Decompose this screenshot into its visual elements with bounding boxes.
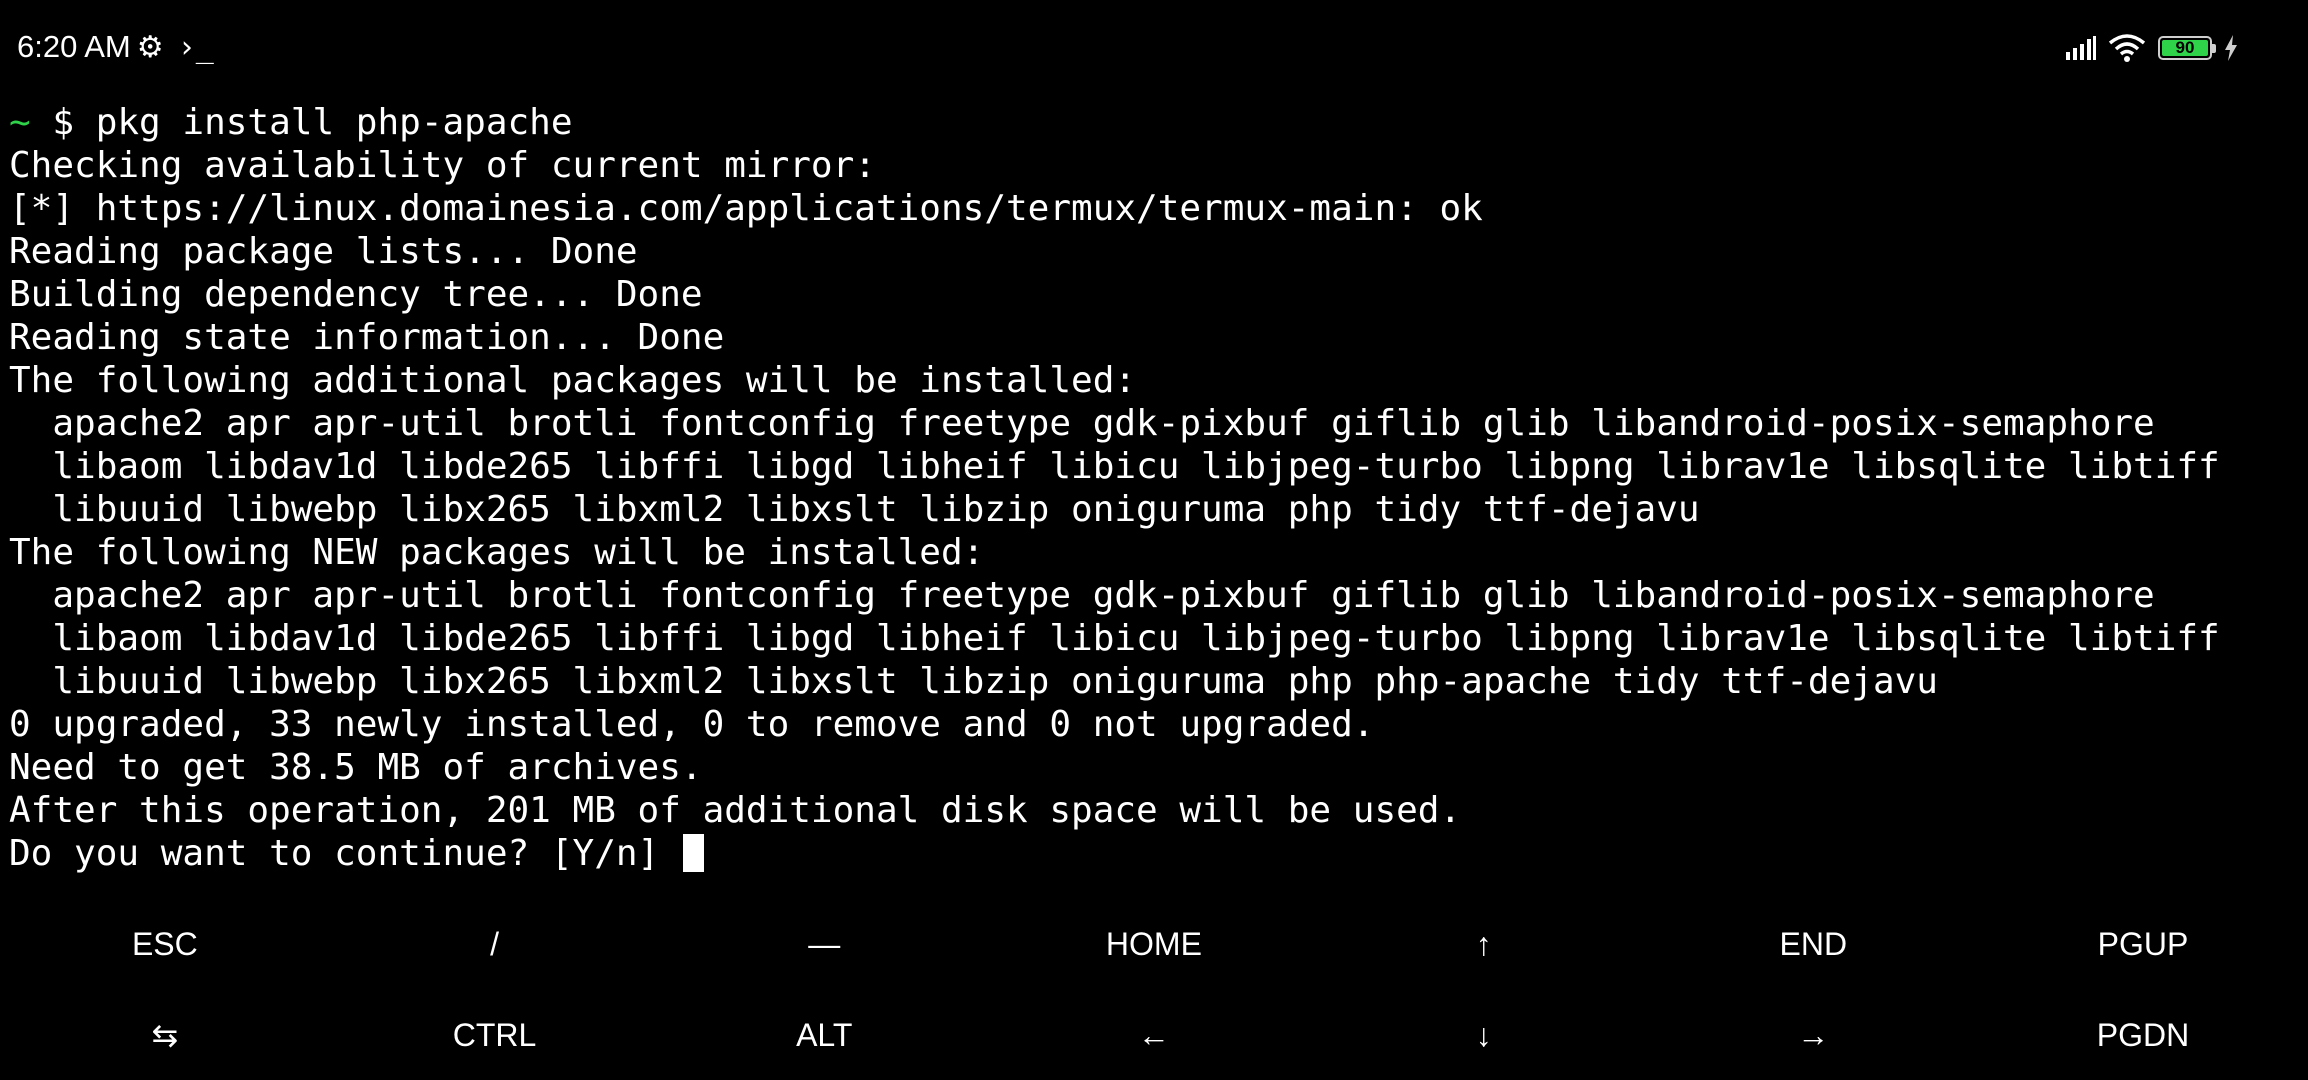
tab-key[interactable]: ⇆	[0, 1005, 330, 1065]
output-line: Need to get 38.5 MB of archives.	[9, 747, 703, 788]
text-cursor	[682, 834, 704, 872]
arrow-right-key[interactable]: →	[1648, 1005, 1978, 1065]
status-bar-left: 6:20 AM ⚙ ›_	[17, 26, 214, 68]
home-key[interactable]: HOME	[989, 914, 1319, 974]
extra-keys-row-1: ESC / — HOME ↑ END PGUP	[0, 914, 2308, 974]
terminal-notification-icon: ›_	[177, 29, 214, 65]
output-line: The following additional packages will b…	[9, 360, 1137, 401]
battery-level: 90	[2162, 38, 2208, 57]
output-line: Reading state information... Done	[9, 317, 725, 358]
extra-keys-bar: ESC / — HOME ↑ END PGUP ⇆ CTRL ALT ← ↓ →…	[0, 910, 2308, 1080]
alt-key[interactable]: ALT	[659, 1005, 989, 1065]
slash-key[interactable]: /	[330, 914, 660, 974]
output-line: apache2 apr apr-util brotli fontconfig f…	[9, 403, 2155, 444]
battery-icon: 90	[2158, 36, 2216, 60]
arrow-left-key[interactable]: ←	[989, 1005, 1319, 1065]
output-line: [*] https://linux.domainesia.com/applica…	[9, 188, 1483, 229]
input-prompt-text: Do you want to continue? [Y/n]	[9, 833, 681, 874]
extra-keys-row-2: ⇆ CTRL ALT ← ↓ → PGDN	[0, 1005, 2308, 1065]
output-line: The following NEW packages will be insta…	[9, 532, 985, 573]
output-line: Checking availability of current mirror:	[9, 145, 876, 186]
output-line: Building dependency tree... Done	[9, 274, 703, 315]
esc-key[interactable]: ESC	[0, 914, 330, 974]
output-line: After this operation, 201 MB of addition…	[9, 790, 1462, 831]
prompt-home-symbol: ~	[9, 102, 31, 143]
settings-notification-icon: ⚙	[136, 30, 164, 64]
clock: 6:20 AM	[17, 29, 131, 64]
arrow-down-key[interactable]: ↓	[1319, 1005, 1649, 1065]
arrow-up-key[interactable]: ↑	[1319, 914, 1649, 974]
status-bar-right: 90	[2054, 28, 2238, 68]
output-line: libaom libdav1d libde265 libffi libgd li…	[9, 446, 2220, 487]
output-line: apache2 apr apr-util brotli fontconfig f…	[9, 575, 2155, 616]
page-down-key[interactable]: PGDN	[1978, 1005, 2308, 1065]
end-key[interactable]: END	[1648, 914, 1978, 974]
output-line: libuuid libwebp libx265 libxml2 libxslt …	[9, 661, 1938, 702]
command-line: ~ $ pkg install php-apache	[9, 101, 2299, 144]
output-line: libuuid libwebp libx265 libxml2 libxslt …	[9, 489, 1700, 530]
output-line: libaom libdav1d libde265 libffi libgd li…	[9, 618, 2220, 659]
status-bar: 6:20 AM ⚙ ›_ 90	[0, 0, 2308, 94]
input-prompt-line[interactable]: Do you want to continue? [Y/n]	[9, 832, 2299, 875]
output-line: Reading package lists... Done	[9, 231, 638, 272]
output-line: 0 upgraded, 33 newly installed, 0 to rem…	[9, 704, 1375, 745]
wifi-icon	[2108, 34, 2146, 62]
charging-icon	[2225, 35, 2237, 61]
terminal-view[interactable]: ~ $ pkg install php-apache Checking avai…	[9, 101, 2299, 875]
command-text: $ pkg install php-apache	[30, 102, 573, 143]
signal-icon	[2066, 36, 2096, 60]
ctrl-key[interactable]: CTRL	[330, 1005, 660, 1065]
page-up-key[interactable]: PGUP	[1978, 914, 2308, 974]
battery-percent: 90	[2175, 38, 2195, 57]
dash-key[interactable]: —	[659, 914, 989, 974]
